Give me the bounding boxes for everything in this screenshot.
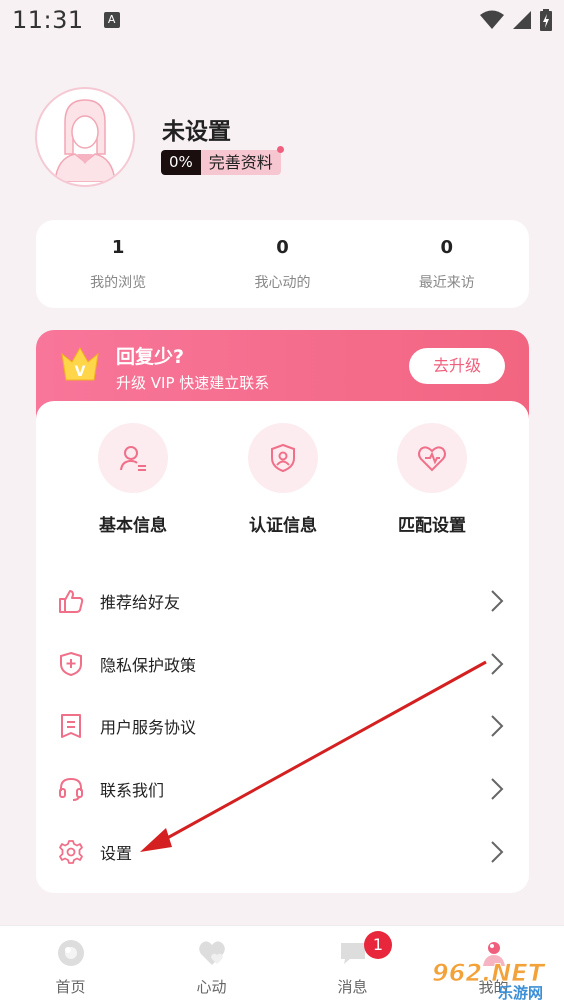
quick-label: 基本信息 (99, 516, 167, 536)
vip-subtitle: 升级 VIP 快速建立联系 (116, 374, 270, 392)
signal-icon (513, 11, 531, 29)
watermark-brand: 962.NET (432, 959, 546, 987)
unread-dot (276, 146, 284, 153)
upgrade-button[interactable]: 去升级 (409, 348, 505, 384)
status-bar: 11:31 A (0, 0, 564, 40)
stat-liked[interactable]: 0 我心动的 (200, 220, 364, 308)
chevron-right-icon (491, 590, 504, 612)
vip-title: 回复少? (116, 346, 185, 368)
quick-basic-info[interactable]: 基本信息 (73, 423, 193, 536)
home-icon (57, 940, 84, 966)
menu-contact-us[interactable]: 联系我们 (36, 764, 529, 814)
quick-icon-circle (248, 423, 318, 493)
message-icon (340, 943, 365, 964)
wifi-icon (480, 10, 504, 29)
status-time: 11:31 (12, 6, 84, 34)
chevron-right-icon (491, 715, 504, 737)
tab-label: 消息 (337, 978, 368, 996)
stat-label: 我的浏览 (90, 274, 147, 291)
stat-count: 0 (276, 236, 289, 258)
unread-badge: 1 (364, 931, 392, 959)
stats-card: 1 我的浏览 0 我心动的 0 最近来访 (36, 220, 529, 308)
battery-icon (540, 9, 552, 31)
vip-crown-icon: V (61, 346, 99, 381)
chevron-right-icon (491, 653, 504, 675)
quick-icon-circle (98, 423, 168, 493)
avatar[interactable] (35, 87, 135, 187)
quick-label: 认证信息 (249, 516, 317, 536)
nickname: 未设置 (162, 119, 231, 145)
stat-browse[interactable]: 1 我的浏览 (36, 220, 200, 308)
menu-label: 用户服务协议 (100, 718, 197, 737)
user-profile-icon (120, 446, 146, 471)
stat-visitors[interactable]: 0 最近来访 (365, 220, 529, 308)
menu-user-agreement[interactable]: 用户服务协议 (36, 701, 529, 751)
menu-label: 隐私保护政策 (100, 656, 197, 675)
main-panel: 基本信息 认证信息 匹配设置 推荐给好友 隐私保护政策 用户服务协议 联系我们 … (36, 401, 529, 893)
menu-label: 联系我们 (100, 781, 165, 800)
menu-label: 设置 (100, 844, 133, 863)
complete-profile-button[interactable]: 0% 完善资料 (161, 146, 284, 175)
menu-settings[interactable]: 设置 (36, 827, 529, 877)
gear-icon (58, 839, 84, 865)
menu-privacy-policy[interactable]: 隐私保护政策 (36, 639, 529, 689)
stat-label: 我心动的 (254, 274, 311, 291)
tab-home[interactable]: 首页 (0, 926, 141, 1004)
watermark-logo: 962.NET 乐游网 (428, 955, 558, 1002)
chevron-right-icon (491, 778, 504, 800)
stat-count: 1 (111, 236, 125, 258)
stat-count: 0 (440, 236, 454, 258)
tab-label: 首页 (55, 978, 86, 996)
heart-icon (198, 941, 225, 965)
heart-match-icon (418, 446, 446, 472)
crown-letter: V (75, 364, 86, 380)
tab-heart[interactable]: 心动 (141, 926, 282, 1004)
document-icon (58, 713, 84, 739)
completion-percent: 0% (161, 150, 201, 175)
quick-verification[interactable]: 认证信息 (223, 423, 343, 536)
thumbs-up-icon (58, 588, 84, 614)
headset-icon (58, 776, 84, 802)
completion-label: 完善资料 (200, 150, 281, 175)
avatar-placeholder-icon (54, 99, 116, 182)
shield-verify-icon (271, 443, 295, 473)
quick-match-settings[interactable]: 匹配设置 (372, 423, 492, 536)
shield-plus-icon (58, 651, 84, 677)
tab-label: 心动 (196, 978, 227, 996)
chevron-right-icon (491, 841, 504, 863)
watermark-sub: 乐游网 (498, 984, 543, 1001)
stat-label: 最近来访 (418, 274, 475, 291)
tab-messages[interactable]: 消息 1 (282, 926, 423, 1004)
quick-icon-circle (397, 423, 467, 493)
notification-icon: A (103, 12, 120, 28)
quick-label: 匹配设置 (398, 516, 466, 536)
menu-recommend-friends[interactable]: 推荐给好友 (36, 576, 529, 626)
menu-label: 推荐给好友 (100, 593, 181, 612)
